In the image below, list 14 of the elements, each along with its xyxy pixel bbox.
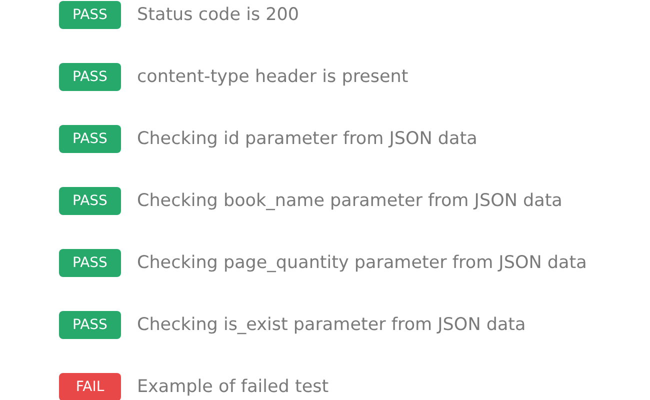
status-badge: PASS [59,311,121,339]
test-name: Checking page_quantity parameter from JSON data [137,252,587,275]
status-badge: PASS [59,187,121,215]
test-name: Checking book_name parameter from JSON data [137,190,562,213]
test-name: content-type header is present [137,66,408,89]
status-badge: PASS [59,63,121,91]
status-badge: PASS [59,1,121,29]
test-name: Status code is 200 [137,4,300,27]
status-badge: FAIL [59,373,121,400]
test-name: Checking id parameter from JSON data [137,128,478,151]
test-name: Checking is_exist parameter from JSON data [137,314,526,337]
status-badge: PASS [59,125,121,153]
test-name: Example of failed test [137,376,329,399]
status-badge: PASS [59,249,121,277]
